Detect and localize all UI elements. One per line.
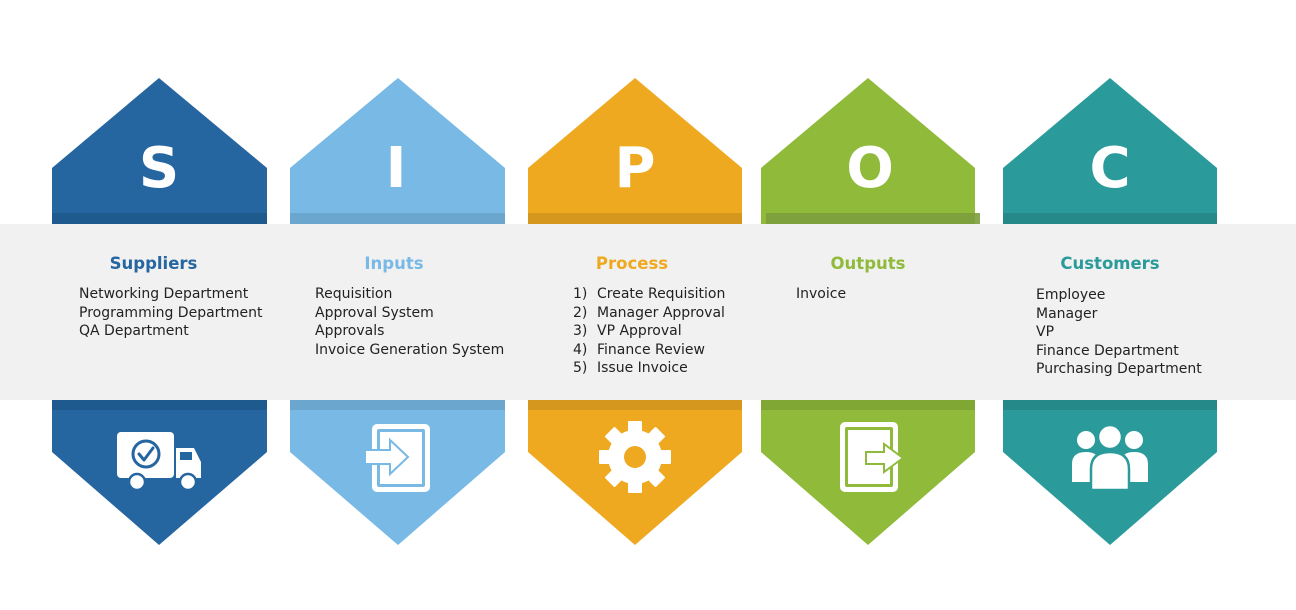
suppliers-bottom-shade [52,400,267,410]
sign-out-door-icon [840,422,905,492]
step-text: Issue Invoice [597,360,688,377]
step-text: Create Requisition [597,286,726,302]
list-item: Manager [1036,305,1098,322]
list-item: Purchasing Department [1036,361,1202,378]
customers-column: Customers Employee Manager VP Finance De… [1003,224,1217,400]
customers-heading: Customers [1060,254,1160,273]
outputs-top-shade [766,213,980,224]
list-item: Finance Department [1036,342,1179,359]
step-text: Finance Review [597,341,705,358]
outputs-list: Invoice [796,285,846,304]
list-item: 1) Create Requisition [573,285,725,304]
outputs-letter: O [846,136,894,201]
outputs-heading: Outputs [830,254,906,273]
process-letter: P [614,136,656,201]
inputs-bottom-shade [290,400,505,410]
customers-list: Employee Manager VP Finance Department P… [1036,286,1202,379]
inputs-letter: I [385,136,407,201]
delivery-truck-check-icon [117,432,201,492]
suppliers-list: Networking Department Programming Depart… [79,285,263,341]
list-item: Invoice Generation System [315,341,505,358]
process-bottom-shade [528,400,742,410]
suppliers-heading: Suppliers [109,254,198,273]
suppliers-letter: S [138,136,180,201]
step-number: 2) [573,304,588,321]
step-number: 1) [573,286,588,302]
inputs-list: Requisition Approval System Approvals In… [315,285,504,359]
process-column: Process 1) Create Requisition 2) Manager A… [528,224,736,400]
list-item: 3) VP Approval [573,322,725,341]
list-item: Approval System [315,304,434,321]
suppliers-column: Suppliers Networking Department Programm… [52,224,263,400]
gear-icon [599,421,671,493]
list-item: Requisition [315,286,393,302]
suppliers-top-shade [52,213,267,224]
outputs-bottom-shade [761,400,975,410]
list-item: Programming Department [79,304,263,321]
customers-bottom-shade [1003,400,1217,410]
sign-in-door-icon [364,424,430,492]
step-text: Manager Approval [597,304,725,321]
list-item: QA Department [79,323,189,340]
list-item: Networking Department [79,286,249,302]
step-number: 4) [573,341,588,358]
customers-top-shade [1003,213,1217,224]
list-item: VP [1036,324,1055,341]
outputs-column: Outputs Invoice [761,224,975,400]
inputs-column: Inputs Requisition Approval System Appro… [290,224,504,400]
customers-letter: C [1089,136,1131,201]
list-item: Approvals [315,323,385,340]
step-text: VP Approval [597,323,682,340]
inputs-heading: Inputs [364,254,424,273]
process-list: 1) Create Requisition 2) Manager Approval … [573,285,725,378]
list-item: Invoice [796,286,847,302]
step-number: 5) [573,360,588,377]
people-group-icon [1072,423,1148,492]
list-item: Employee [1036,287,1106,303]
inputs-top-shade [290,213,505,224]
step-number: 3) [573,323,588,340]
list-item: 4) Finance Review [573,341,725,360]
list-item: 5) Issue Invoice [573,359,725,378]
process-heading: Process [595,254,669,273]
process-top-shade [528,213,742,224]
list-item: 2) Manager Approval [573,304,725,323]
